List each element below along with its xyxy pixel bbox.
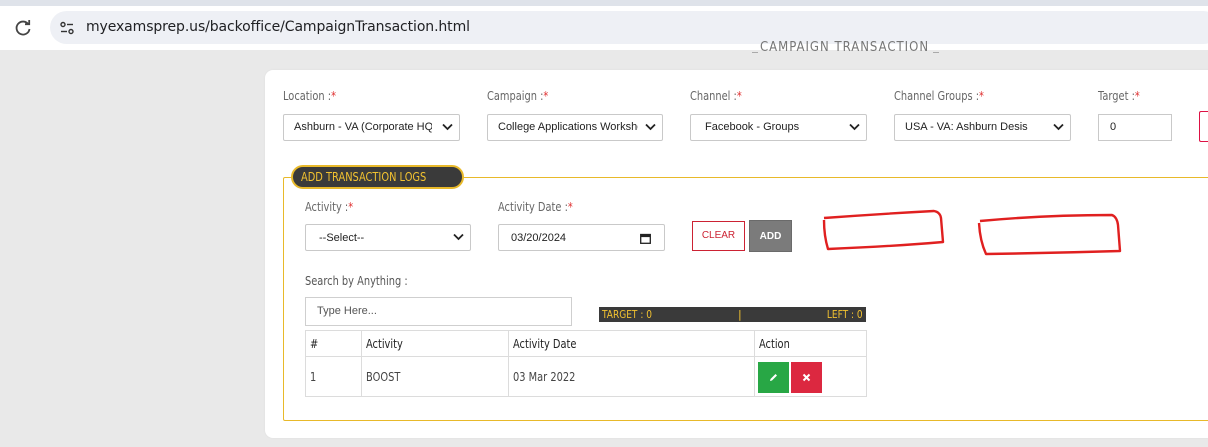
url-text: myexamsprep.us/backoffice/CampaignTransa… xyxy=(86,19,470,35)
activity-date-label: Activity Date :* xyxy=(498,200,573,214)
cell-action xyxy=(754,356,867,397)
campaign-label: Campaign :* xyxy=(487,89,549,103)
chevron-down-icon xyxy=(849,123,860,131)
page-title: CAMPAIGN TRANSACTION xyxy=(751,40,940,55)
column-header-num: # xyxy=(305,330,362,357)
activity-select[interactable]: --Select-- xyxy=(305,224,471,251)
target-separator: | xyxy=(738,308,742,321)
location-label: Location :* xyxy=(283,89,336,103)
target-label: Target :* xyxy=(1098,89,1140,103)
column-header-action: Action xyxy=(754,330,867,357)
annotation-scribble-2 xyxy=(977,213,1122,256)
url-field[interactable]: myexamsprep.us/backoffice/CampaignTransa… xyxy=(50,11,1208,44)
channel-groups-label: Channel Groups :* xyxy=(894,89,984,103)
campaign-select[interactable]: College Applications Workshop xyxy=(487,114,663,141)
location-select[interactable]: Ashburn - VA (Corporate HQ xyxy=(283,114,460,141)
annotation-scribble-1 xyxy=(822,209,945,251)
calendar-icon[interactable] xyxy=(640,233,651,244)
column-header-activity-date: Activity Date xyxy=(508,330,755,357)
channel-groups-select[interactable]: USA - VA: Ashburn Desis xyxy=(894,114,1071,141)
x-icon xyxy=(802,373,811,382)
left-count: LEFT : 0 xyxy=(827,308,863,321)
chevron-down-icon xyxy=(442,123,453,131)
cell-activity-date: 03 Mar 2022 xyxy=(508,356,755,397)
chevron-down-icon xyxy=(453,233,464,241)
cell-num: 1 xyxy=(305,356,362,397)
table-header-row: # Activity Activity Date Action xyxy=(305,330,867,357)
channel-label: Channel :* xyxy=(690,89,742,103)
transaction-table: # Activity Activity Date Action 1 BOOST … xyxy=(305,330,867,397)
activity-label: Activity :* xyxy=(305,200,354,214)
column-header-activity: Activity xyxy=(361,330,509,357)
edit-button[interactable] xyxy=(758,362,789,393)
chevron-down-icon xyxy=(645,123,656,131)
chevron-down-icon xyxy=(1053,123,1064,131)
add-button[interactable]: ADD xyxy=(749,220,792,252)
clear-button[interactable]: CLEAR xyxy=(692,221,745,251)
search-label: Search by Anything : xyxy=(305,274,408,288)
site-info-icon[interactable] xyxy=(59,20,75,36)
channel-select[interactable]: Facebook - Groups xyxy=(690,114,867,141)
pencil-icon xyxy=(770,374,777,381)
target-status-bar: TARGET : 0 | LEFT : 0 xyxy=(599,307,866,322)
transaction-logs-legend: ADD TRANSACTION LOGS xyxy=(291,165,464,189)
target-input[interactable]: 0 xyxy=(1098,114,1172,141)
browser-address-bar: myexamsprep.us/backoffice/CampaignTransa… xyxy=(0,6,1208,50)
cell-activity: BOOST xyxy=(361,356,509,397)
target-count: TARGET : 0 xyxy=(602,308,652,321)
search-input[interactable]: Type Here... xyxy=(305,297,572,326)
reload-icon[interactable] xyxy=(13,18,33,38)
delete-button[interactable] xyxy=(791,362,822,393)
table-row: 1 BOOST 03 Mar 2022 xyxy=(305,356,867,397)
offscreen-button[interactable] xyxy=(1199,111,1208,142)
activity-date-input[interactable]: 03/20/2024 xyxy=(498,224,665,251)
